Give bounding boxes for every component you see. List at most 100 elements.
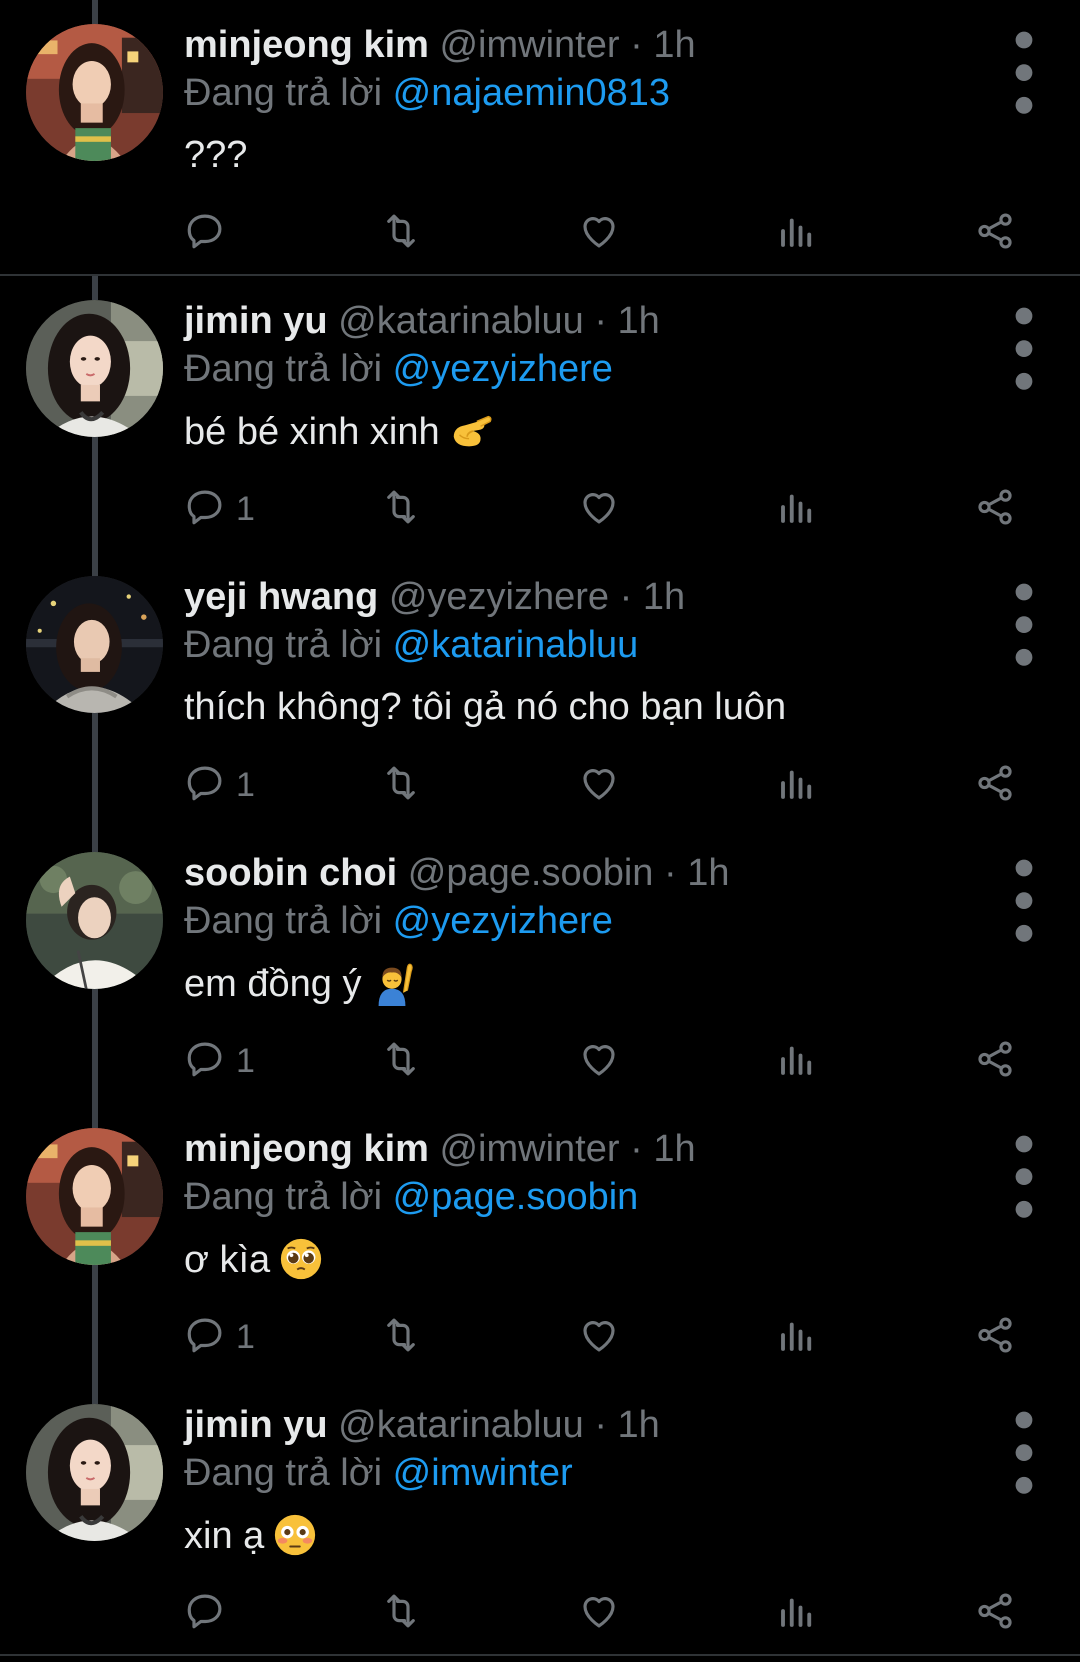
tweet-text: ???: [184, 132, 247, 178]
timestamp[interactable]: 1h: [618, 300, 660, 342]
avatar[interactable]: [26, 300, 163, 437]
views-button[interactable]: [776, 1588, 818, 1638]
thread-connector: [92, 437, 98, 552]
like-button[interactable]: [578, 760, 620, 810]
more-vertical-icon[interactable]: [1010, 26, 1038, 114]
heart-icon: [578, 486, 620, 533]
tweet-actions: [184, 208, 1044, 258]
avatar[interactable]: [26, 24, 163, 161]
retweet-button[interactable]: [380, 760, 422, 810]
mention-link[interactable]: @page.soobin: [393, 1176, 639, 1218]
tweet[interactable]: minjeong kim @imwinter · 1h Đang trả lời …: [0, 0, 1080, 276]
reply-icon: [184, 1038, 226, 1085]
like-button[interactable]: [578, 484, 620, 534]
replying-to: Đang trả lời @page.soobin: [184, 1174, 638, 1220]
timestamp[interactable]: 1h: [618, 1404, 660, 1446]
display-name[interactable]: minjeong kim: [184, 24, 429, 66]
like-button[interactable]: [578, 208, 620, 258]
separator-dot: ·: [630, 24, 643, 66]
like-button[interactable]: [578, 1312, 620, 1362]
more-vertical-icon[interactable]: [1010, 1130, 1038, 1218]
share-button[interactable]: [974, 1312, 1016, 1362]
avatar[interactable]: [26, 1404, 163, 1541]
more-vertical-icon[interactable]: [1010, 854, 1038, 942]
mention-link[interactable]: @imwinter: [393, 1452, 573, 1494]
replying-to: Đang trả lời @katarinabluu: [184, 622, 638, 668]
more-vertical-icon[interactable]: [1010, 578, 1038, 666]
tweet[interactable]: yeji hwang @yezyizhere · 1h Đang trả lời …: [0, 552, 1080, 828]
like-button[interactable]: [578, 1588, 620, 1638]
reply-button[interactable]: 1: [184, 1036, 255, 1086]
reply-button[interactable]: [184, 1588, 236, 1638]
display-name[interactable]: yeji hwang: [184, 576, 378, 618]
timestamp[interactable]: 1h: [653, 1128, 695, 1170]
tweet-body: ơ kìa: [184, 1239, 271, 1281]
views-button[interactable]: [776, 1312, 818, 1362]
mention-link[interactable]: @yezyizhere: [393, 348, 613, 390]
timestamp[interactable]: 1h: [643, 576, 685, 618]
like-button[interactable]: [578, 1036, 620, 1086]
user-handle[interactable]: @page.soobin: [408, 852, 654, 894]
separator-dot: ·: [594, 300, 607, 342]
share-button[interactable]: [974, 1036, 1016, 1086]
mention-link[interactable]: @najaemin0813: [393, 72, 670, 114]
separator-dot: ·: [619, 576, 633, 618]
replying-to-label: Đang trả lời: [184, 348, 383, 390]
tweet[interactable]: minjeong kim @imwinter · 1h Đang trả lời …: [0, 1104, 1080, 1380]
views-button[interactable]: [776, 484, 818, 534]
timestamp[interactable]: 1h: [687, 852, 729, 894]
avatar[interactable]: [26, 1128, 163, 1265]
retweet-button[interactable]: [380, 208, 422, 258]
views-button[interactable]: [776, 1036, 818, 1086]
tweet-header: jimin yu @katarinabluu · 1h: [184, 1402, 660, 1448]
tweet-actions: [184, 1588, 1044, 1638]
tweet-actions: 1: [184, 1312, 1044, 1362]
tweet-body: thích không? tôi gả nó cho bạn luôn: [184, 686, 787, 728]
display-name[interactable]: minjeong kim: [184, 1128, 429, 1170]
avatar[interactable]: [26, 852, 163, 989]
user-handle[interactable]: @yezyizhere: [389, 576, 609, 618]
retweet-button[interactable]: [380, 484, 422, 534]
display-name[interactable]: jimin yu: [184, 1404, 328, 1446]
mention-link[interactable]: @katarinabluu: [393, 624, 639, 666]
more-vertical-icon[interactable]: [1010, 302, 1038, 390]
retweet-button[interactable]: [380, 1588, 422, 1638]
share-button[interactable]: [974, 760, 1016, 810]
avatar[interactable]: [26, 576, 163, 713]
tweet[interactable]: jimin yu @katarinabluu · 1h Đang trả lời …: [0, 276, 1080, 552]
thread-connector: [92, 989, 98, 1104]
thread-connector: [92, 828, 98, 852]
display-name[interactable]: jimin yu: [184, 300, 328, 342]
reply-button[interactable]: 1: [184, 1312, 255, 1362]
share-button[interactable]: [974, 208, 1016, 258]
retweet-button[interactable]: [380, 1036, 422, 1086]
reply-button[interactable]: 1: [184, 760, 255, 810]
retweet-button[interactable]: [380, 1312, 422, 1362]
reply-count: 1: [236, 1041, 255, 1080]
timestamp[interactable]: 1h: [653, 24, 695, 66]
tweet-header: soobin choi @page.soobin · 1h: [184, 850, 730, 896]
share-icon: [974, 486, 1016, 533]
share-button[interactable]: [974, 1588, 1016, 1638]
reply-icon: [184, 486, 226, 533]
reply-button[interactable]: 1: [184, 484, 255, 534]
views-button[interactable]: [776, 760, 818, 810]
mention-link[interactable]: @yezyizhere: [393, 900, 613, 942]
user-handle[interactable]: @katarinabluu: [338, 1404, 584, 1446]
display-name[interactable]: soobin choi: [184, 852, 397, 894]
more-vertical-icon[interactable]: [1010, 1406, 1038, 1494]
reply-button[interactable]: [184, 208, 236, 258]
share-icon: [974, 1590, 1016, 1637]
tweet[interactable]: soobin choi @page.soobin · 1h Đang trả lờ…: [0, 828, 1080, 1104]
reply-thread: minjeong kim @imwinter · 1h Đang trả lời …: [0, 0, 1080, 1662]
tweet-body: ???: [184, 134, 248, 176]
user-handle[interactable]: @imwinter: [439, 24, 619, 66]
views-button[interactable]: [776, 208, 818, 258]
user-handle[interactable]: @katarinabluu: [338, 300, 584, 342]
tweet[interactable]: jimin yu @katarinabluu · 1h Đang trả lời …: [0, 1380, 1080, 1656]
user-handle[interactable]: @imwinter: [439, 1128, 619, 1170]
tweet-header: minjeong kim @imwinter · 1h: [184, 1126, 696, 1172]
thread-connector: [92, 1265, 98, 1380]
views-icon: [776, 1038, 818, 1085]
share-button[interactable]: [974, 484, 1016, 534]
